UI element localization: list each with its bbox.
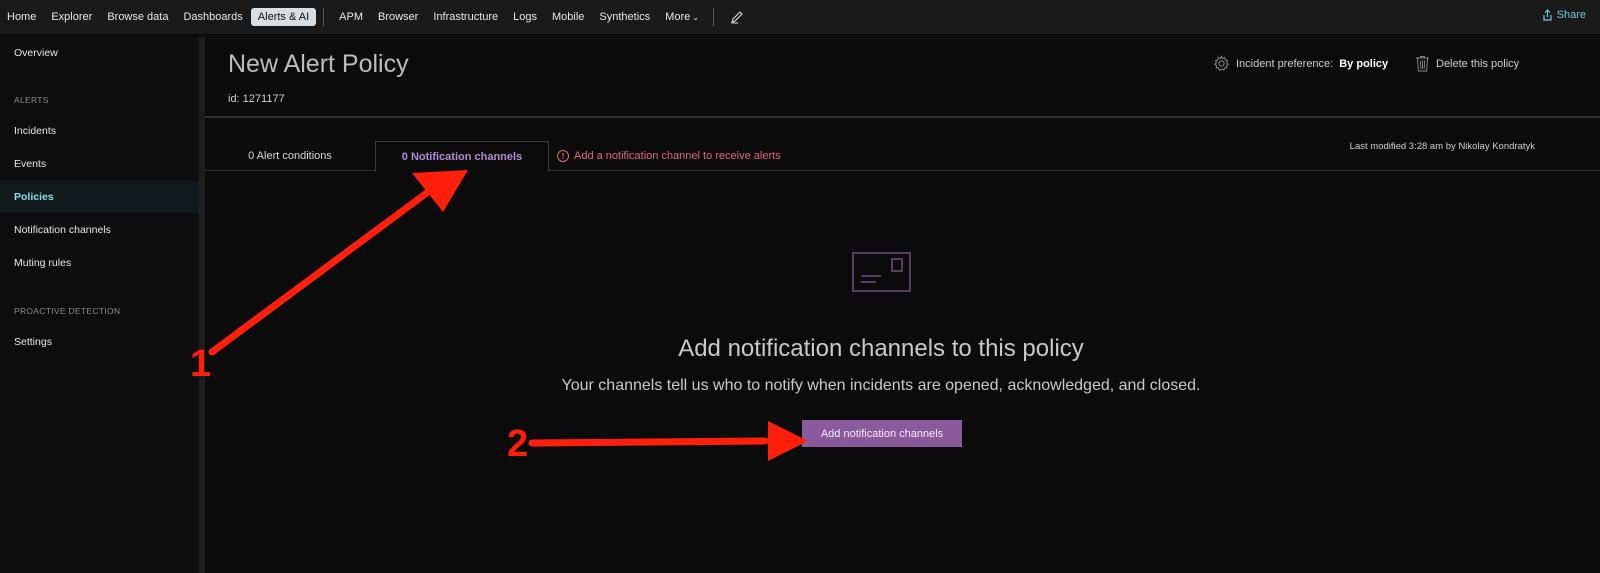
nav-apm[interactable]: APM <box>332 8 370 26</box>
sidebar-item-muting-rules[interactable]: Muting rules <box>0 247 199 279</box>
pencil-icon[interactable] <box>728 8 746 26</box>
envelope-icon <box>852 252 911 292</box>
sidebar-item-label: Incidents <box>14 125 57 137</box>
annotation-number-2: 2 <box>507 423 529 465</box>
policy-id: id: 1271177 <box>228 93 285 105</box>
notification-warning: ! Add a notification channel to receive … <box>557 141 781 171</box>
share-label: Share <box>1556 9 1586 21</box>
header-divider <box>205 116 1600 118</box>
nav-synthetics[interactable]: Synthetics <box>592 8 657 26</box>
tab-alert-conditions[interactable]: 0 Alert conditions <box>205 141 375 171</box>
sidebar-item-label: Events <box>14 158 47 170</box>
tab-notification-channels[interactable]: 0 Notification channels <box>375 141 549 172</box>
sidebar-item-label: Notification channels <box>14 224 111 236</box>
nav-more[interactable]: More ⌄ <box>658 8 706 26</box>
sidebar-item-label: Overview <box>14 47 58 59</box>
chevron-down-icon: ⌄ <box>692 13 699 22</box>
nav-infrastructure[interactable]: Infrastructure <box>426 8 505 26</box>
sidebar-item-label: Policies <box>14 191 54 203</box>
sidebar-section-alerts: ALERTS <box>14 95 49 105</box>
nav-alerts-ai[interactable]: Alerts & AI <box>250 8 317 26</box>
nav-divider <box>712 8 714 26</box>
sidebar-item-label: Muting rules <box>14 257 72 269</box>
delete-policy-label: Delete this policy <box>1436 57 1520 70</box>
nav-browse-data[interactable]: Browse data <box>100 8 175 26</box>
page-title: New Alert Policy <box>228 50 409 78</box>
incident-preference-button[interactable]: Incident preference: By policy <box>1213 55 1388 72</box>
top-nav: Home Explorer Browse data Dashboards Ale… <box>0 0 1600 34</box>
warning-text: Add a notification channel to receive al… <box>574 150 781 162</box>
tab-label: 0 Notification channels <box>401 150 523 163</box>
empty-state-description: Your channels tell us who to notify when… <box>561 377 1201 394</box>
nav-browser[interactable]: Browser <box>371 8 425 26</box>
sidebar-item-overview[interactable]: Overview <box>0 37 199 69</box>
incident-preference-label: Incident preference: <box>1236 57 1334 70</box>
sidebar-item-settings[interactable]: Settings <box>0 326 199 358</box>
tab-label: 0 Alert conditions <box>248 150 332 162</box>
main-content: New Alert Policy id: 1271177 Incident pr… <box>205 37 1600 573</box>
last-modified: Last modified 3:28 am by Nikolay Kondrat… <box>1349 141 1535 152</box>
add-notification-channels-button[interactable]: Add notification channels <box>802 420 962 447</box>
nav-home[interactable]: Home <box>0 8 43 26</box>
sidebar-item-incidents[interactable]: Incidents <box>0 115 199 147</box>
share-icon <box>1543 9 1552 21</box>
sidebar-item-policies[interactable]: Policies <box>0 181 199 213</box>
nav-mobile[interactable]: Mobile <box>545 8 591 26</box>
nav-explorer[interactable]: Explorer <box>44 8 99 26</box>
sidebar-item-notification-channels[interactable]: Notification channels <box>0 214 199 246</box>
nav-more-label: More <box>665 11 691 23</box>
share-button[interactable]: Share <box>1542 9 1586 21</box>
alert-circle-icon: ! <box>557 150 569 162</box>
incident-preference-value: By policy <box>1339 57 1389 70</box>
gear-icon <box>1214 55 1229 71</box>
delete-policy-button[interactable]: Delete this policy <box>1415 55 1519 72</box>
sidebar-section-proactive-detection: PROACTIVE DETECTION <box>14 306 121 316</box>
trash-icon <box>1416 56 1429 72</box>
empty-state-title: Add notification channels to this policy <box>678 335 1084 362</box>
sidebar: Overview ALERTS Incidents Events Policie… <box>0 37 199 573</box>
nav-divider <box>323 8 325 26</box>
sidebar-item-events[interactable]: Events <box>0 148 199 180</box>
nav-logs[interactable]: Logs <box>506 8 544 26</box>
sidebar-item-label: Settings <box>14 336 52 348</box>
nav-dashboards[interactable]: Dashboards <box>176 8 249 26</box>
annotation-number-1: 1 <box>190 343 212 385</box>
